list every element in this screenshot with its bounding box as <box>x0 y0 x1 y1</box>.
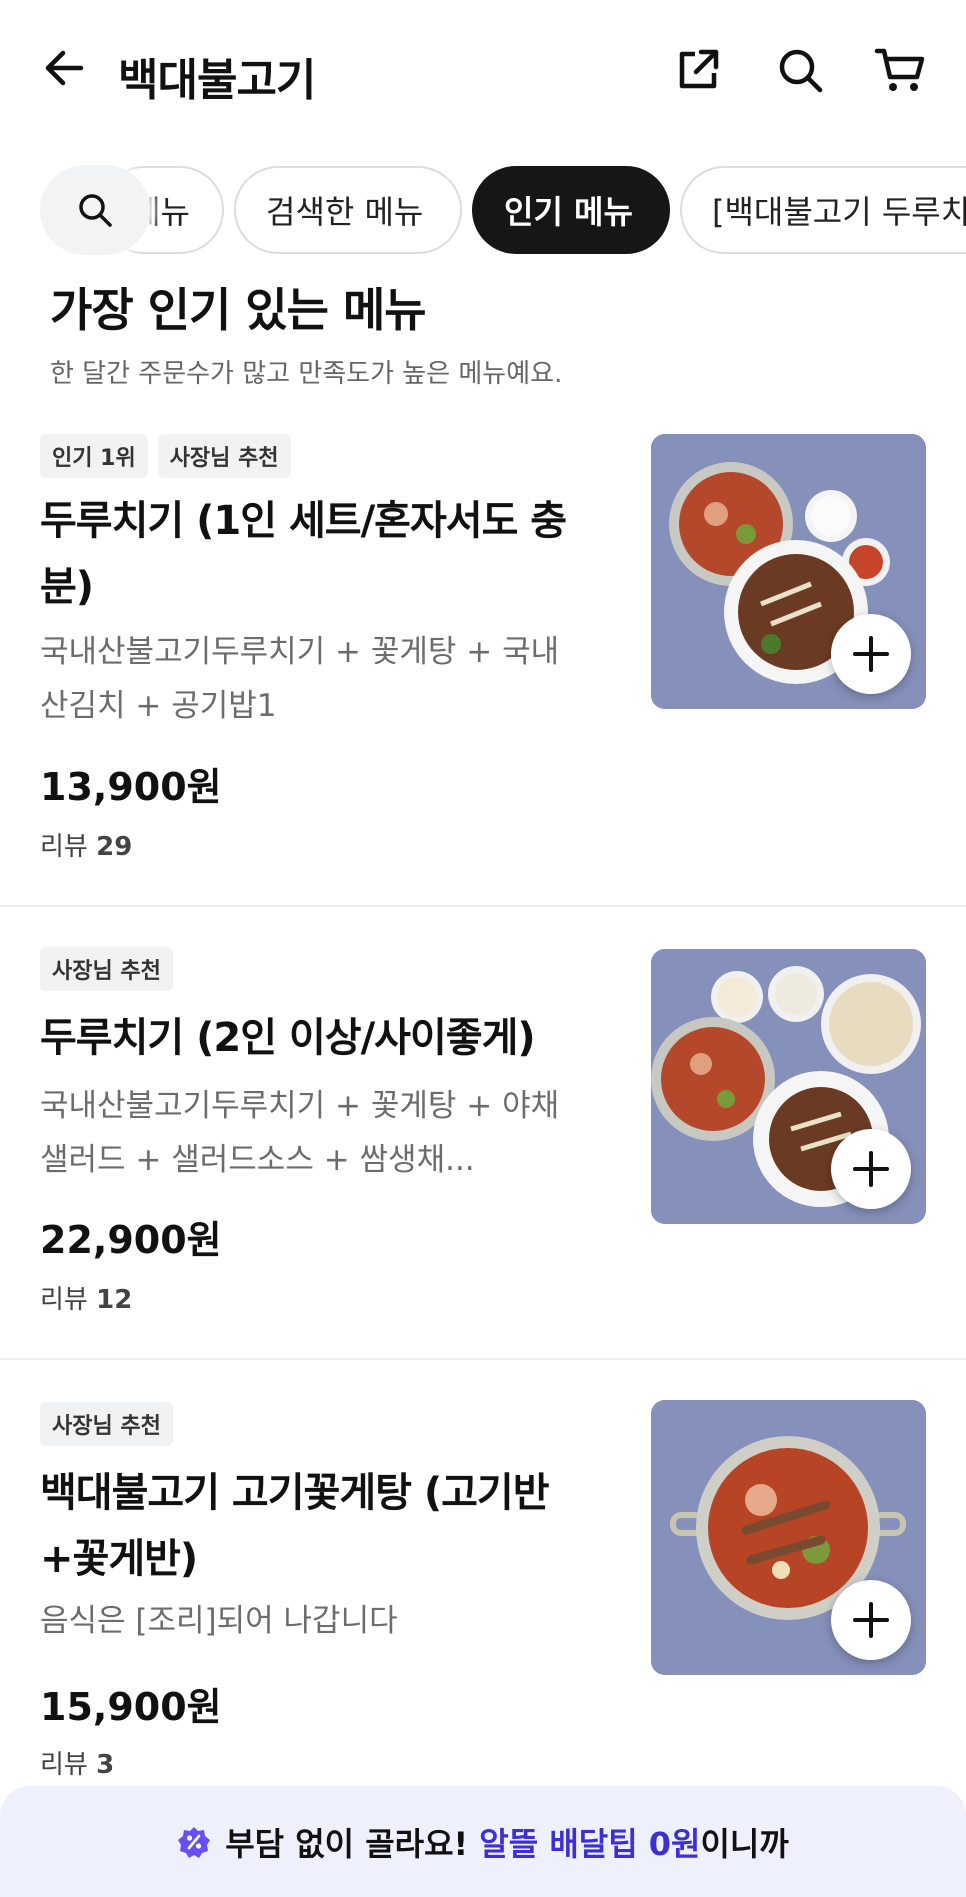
add-to-cart-button[interactable] <box>831 1129 911 1209</box>
section-subtitle: 한 달간 주문수가 많고 만족도가 높은 메뉴예요. <box>50 359 563 389</box>
top-app-bar: 백대불고기 <box>0 0 966 145</box>
banner-highlight: 알뜰 배달팁 0원 <box>479 1824 701 1863</box>
item-name: 두루치기 (1인 세트/혼자서도 충분) <box>40 498 567 610</box>
menu-item[interactable]: 사장님 추천 백대불고기 고기꽃게탕 (고기반+꽃게반) 음식은 [조리]되어 … <box>0 1360 966 1780</box>
plus-icon <box>853 1602 889 1638</box>
share-icon <box>679 49 719 89</box>
badge-row: 사장님 추천 <box>40 1402 173 1446</box>
review-count: 3 <box>96 1750 115 1780</box>
item-price: 15,900원 <box>40 1685 222 1729</box>
section-title: 가장 인기 있는 메뉴 <box>50 283 427 337</box>
menu-category-chips: 메뉴 검색한 메뉴 인기 메뉴 [백대불고기 두루치 <box>0 163 966 259</box>
back-button[interactable] <box>36 40 92 96</box>
menu-item[interactable]: 사장님 추천 두루치기 (2인 이상/사이좋게) 국내산불고기두루치기 + 꽃게… <box>0 907 966 1360</box>
item-description: 국내산불고기두루치기 + 꽃게탕 + 국내산김치 + 공기밥1 <box>40 634 560 724</box>
item-review: 리뷰 12 <box>40 1279 132 1316</box>
add-to-cart-button[interactable] <box>831 614 911 694</box>
menu-item[interactable]: 인기 1위 사장님 추천 두루치기 (1인 세트/혼자서도 충분) 국내산불고기… <box>0 420 966 907</box>
item-photo[interactable] <box>651 1400 926 1675</box>
popular-rank-badge: 인기 1위 <box>40 434 148 478</box>
store-title: 백대불고기 <box>118 55 316 106</box>
banner-prefix: 부담 없이 골라요! <box>225 1824 480 1863</box>
add-to-cart-button[interactable] <box>831 1580 911 1660</box>
chip-searched-menu[interactable]: 검색한 메뉴 <box>234 166 462 254</box>
owner-recommend-badge: 사장님 추천 <box>157 434 291 478</box>
search-button[interactable] <box>770 40 830 100</box>
badge-row: 사장님 추천 <box>40 947 173 991</box>
item-review: 리뷰 29 <box>40 826 132 863</box>
item-review: 리뷰 3 <box>40 1744 114 1781</box>
review-count: 12 <box>96 1285 133 1315</box>
menu-search-button[interactable] <box>40 165 150 255</box>
delivery-tip-banner[interactable]: 부담 없이 골라요! 알뜰 배달팁 0원 이니까 <box>0 1786 966 1897</box>
cart-icon <box>874 48 925 91</box>
item-photo[interactable] <box>651 434 926 709</box>
review-label: 리뷰 <box>40 1285 88 1315</box>
cart-button[interactable] <box>870 40 930 100</box>
search-icon <box>79 194 112 227</box>
chip-store-menu[interactable]: [백대불고기 두루치 <box>680 166 966 254</box>
search-icon <box>779 49 823 93</box>
owner-recommend-badge: 사장님 추천 <box>40 947 173 991</box>
review-label: 리뷰 <box>40 832 88 862</box>
owner-recommend-badge: 사장님 추천 <box>40 1402 173 1446</box>
item-description: 국내산불고기두루치기 + 꽃게탕 + 야채샐러드 + 샐러드소스 + 쌈생채..… <box>40 1088 560 1178</box>
review-count: 29 <box>96 832 133 862</box>
badge-row: 인기 1위 사장님 추천 <box>40 434 291 478</box>
item-price: 22,900원 <box>40 1218 222 1262</box>
share-button[interactable] <box>668 40 728 100</box>
item-photo[interactable] <box>651 949 926 1224</box>
chip-popular-menu[interactable]: 인기 메뉴 <box>472 166 670 254</box>
plus-icon <box>853 1151 889 1187</box>
item-description: 음식은 [조리]되어 나갑니다 <box>40 1603 398 1639</box>
discount-badge-icon <box>178 1826 211 1858</box>
item-name: 두루치기 (2인 이상/사이좋게) <box>40 1015 536 1061</box>
back-arrow-icon <box>45 50 84 86</box>
review-label: 리뷰 <box>40 1750 88 1780</box>
item-name: 백대불고기 고기꽃게탕 (고기반+꽃게반) <box>40 1470 550 1582</box>
banner-suffix: 이니까 <box>700 1824 789 1863</box>
item-price: 13,900원 <box>40 765 222 809</box>
plus-icon <box>853 636 889 672</box>
